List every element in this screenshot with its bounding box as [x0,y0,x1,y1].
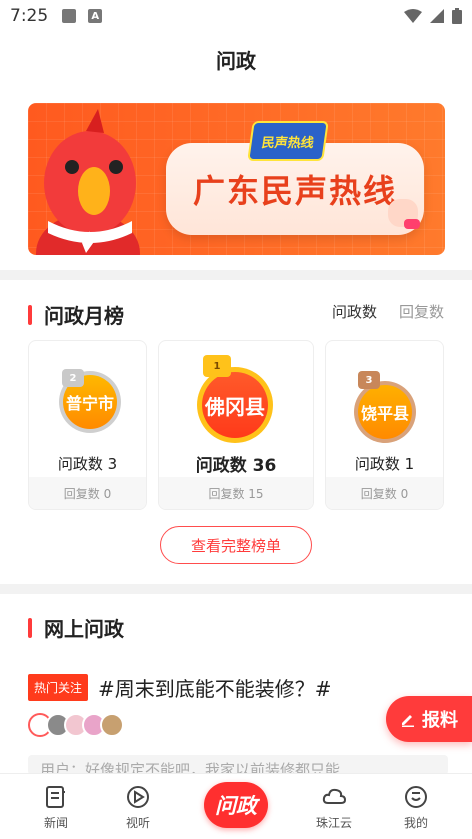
divider [0,270,472,280]
rank-number-2: 2 [69,372,77,384]
online-section-header: 网上问政 [28,613,124,642]
page-title: 问政 [216,48,256,73]
rank-card-2[interactable]: 普宁市 2 问政数 3 回复数 0 [28,340,147,510]
ask-count-1: 问政数 36 [195,456,277,476]
hot-topic-row[interactable]: 热门关注 #周末到底能不能装修？# [28,673,332,702]
nav-item-video[interactable]: 视听 [98,774,178,839]
rank-medal-1: 佛冈县 [197,367,273,443]
avatar [100,713,124,737]
rank-name-2: 普宁市 [65,394,114,413]
rank-number-1: 1 [213,360,221,372]
rank-card-3[interactable]: 饶平县 3 问政数 1 回复数 0 [325,340,444,510]
nav-item-news[interactable]: 新闻 [16,774,96,839]
hot-tag-badge: 热门关注 [28,674,89,701]
reply-count-3: 回复数 0 [326,477,443,509]
battery-icon [452,8,462,24]
comment-preview[interactable]: 用户：好像规定不能吧，我家以前装修都只能 [28,755,448,775]
rank-card-1[interactable]: 佛冈县 1 问政数 36 回复数 15 [158,340,314,510]
reply-count-2: 回复数 0 [29,477,146,509]
section-accent-bar [28,304,32,325]
status-time: 7:25 [10,6,49,26]
pen-icon [402,715,414,727]
hand-cuff [404,219,420,229]
rank-name-3: 饶平县 [360,404,409,423]
play-icon [127,785,149,808]
nav-label-cloud: 珠江云 [315,815,352,830]
monthly-ranking-title: 问政月榜 [44,304,124,328]
nav-item-wenzheng[interactable]: 问政 [204,782,268,828]
section-accent-bar [28,617,32,638]
nav-label-profile: 我的 [403,815,428,830]
tab-ask-count[interactable]: 问政数 [332,301,377,322]
tab-reply-count[interactable]: 回复数 [399,301,444,322]
silver-crown-icon: 2 [62,369,84,387]
reply-count-1: 回复数 15 [159,477,313,509]
ask-count-2: 问政数 3 [57,455,118,473]
nav-label-video: 视听 [125,815,150,830]
bottom-nav: 新闻 视听 问政 珠江云 我的 [0,773,472,839]
bird-mascot-image [36,109,140,255]
rank-number-3: 3 [365,374,373,386]
nav-label-news: 新闻 [43,815,68,830]
monthly-ranking-header: 问政月榜 [28,300,124,329]
banner-headline: 广东民声热线 [192,172,397,210]
a-notification-icon: A [88,9,103,23]
gold-crown-icon: 1 [203,355,231,377]
status-bar: 7:25 A [0,0,472,32]
nav-item-cloud[interactable]: 珠江云 [294,774,374,839]
wenzheng-icon: 问政 [215,794,257,818]
hotline-logo-text: 民声热线 [260,135,315,151]
rank-name-1: 佛冈县 [205,394,265,419]
profile-icon [405,785,427,808]
bronze-crown-icon: 3 [358,371,380,389]
title-bar: 问政 [0,40,472,78]
rank-medal-3: 饶平县 [354,381,416,443]
divider [0,584,472,594]
wifi-icon [404,9,422,23]
ranking-tabs: 问政数 回复数 [332,301,444,322]
participant-avatars [28,713,124,737]
ask-count-3: 问政数 1 [354,455,415,473]
hot-topic-title[interactable]: #周末到底能不能装修？# [98,673,332,702]
report-button-label: 报料 [422,710,458,731]
image-notification-icon [62,9,77,23]
news-icon [46,785,65,808]
nav-item-profile[interactable]: 我的 [376,774,456,839]
cloud-icon [322,788,347,804]
hotline-logo: 民声热线 [247,121,329,161]
signal-icon [430,9,444,23]
online-section-title: 网上问政 [44,617,124,641]
banner-hotline[interactable]: 广东民声热线 民声热线 [28,103,445,255]
view-full-ranking-button[interactable]: 查看完整榜单 [160,526,312,564]
report-button[interactable]: 报料 [386,696,472,742]
